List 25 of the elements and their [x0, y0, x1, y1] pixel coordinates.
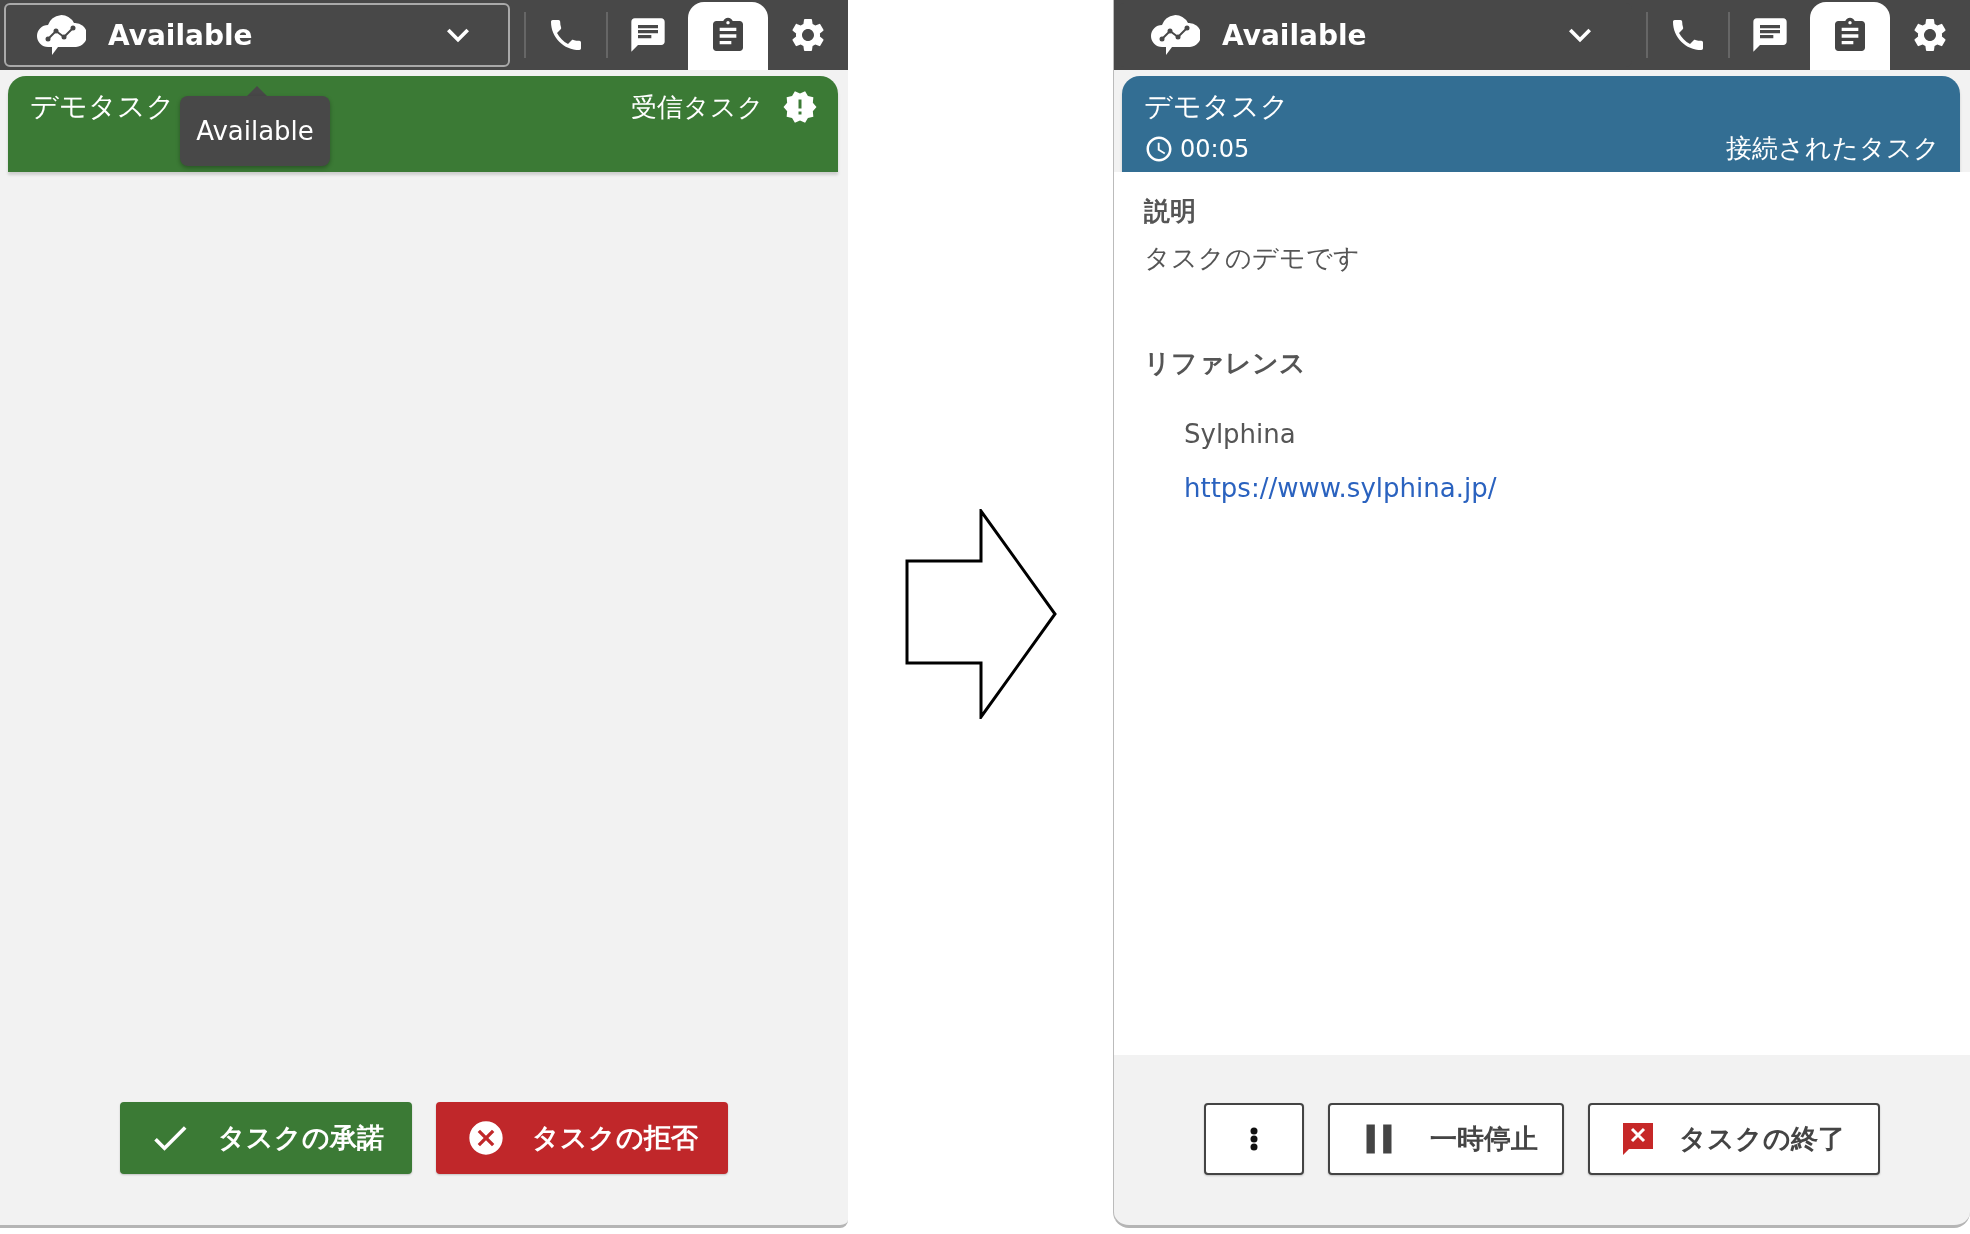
nav-tab[interactable]: [1810, 2, 1890, 70]
close-icon: [1623, 1123, 1653, 1155]
reference-name: Sylphina: [1184, 419, 1297, 449]
status-tooltip: Available: [180, 96, 330, 166]
task-title: デモタスク: [1144, 89, 1289, 125]
accept-task-button[interactable]: タスクの承諾: [120, 1102, 412, 1174]
nav-tab[interactable]: [688, 2, 768, 70]
references-heading: リファレンス: [1144, 347, 1307, 380]
end-task-button[interactable]: タスクの終了: [1588, 1103, 1880, 1175]
status-dropdown[interactable]: Available: [4, 3, 510, 67]
more-icon: [1250, 1127, 1258, 1151]
task-state: 接続されたタスク: [1726, 132, 1940, 165]
alert-badge-icon: [782, 89, 818, 125]
task-title: デモタスク: [30, 89, 175, 125]
cloud-chart-icon: [36, 13, 86, 57]
pause-button[interactable]: 一時停止: [1328, 1103, 1564, 1175]
cloud-chart-icon: [1150, 13, 1200, 57]
description-heading: 説明: [1144, 195, 1197, 228]
description-text: タスクのデモです: [1144, 242, 1361, 275]
reference-link[interactable]: https://www.sylphina.jp/: [1184, 473, 1497, 503]
task-timer: 00:05: [1180, 134, 1250, 163]
more-button[interactable]: [1204, 1103, 1304, 1175]
task-state: 受信タスク: [631, 90, 764, 124]
reject-task-button[interactable]: タスクの拒否: [436, 1102, 728, 1174]
close-icon: [466, 1118, 506, 1158]
